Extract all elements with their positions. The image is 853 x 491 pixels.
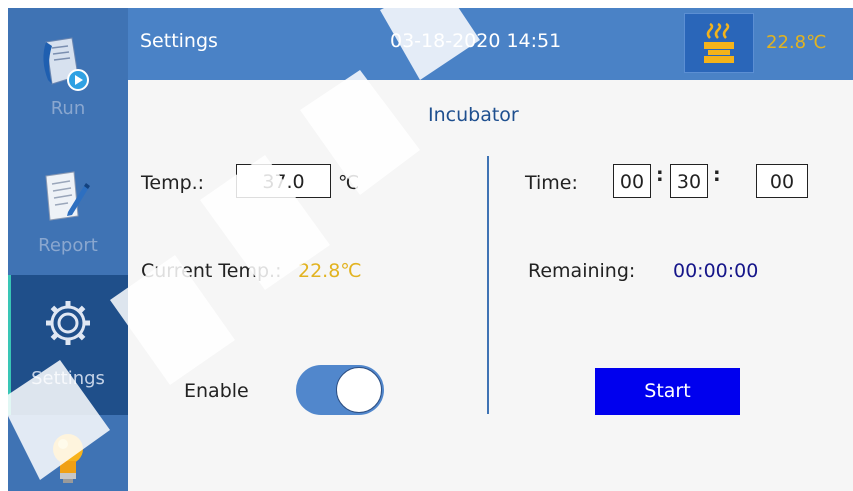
time-minutes-field[interactable]: 30 bbox=[670, 164, 708, 198]
enable-label: Enable bbox=[184, 380, 249, 402]
incubator-panel: Incubator Temp.: 37.0 ℃ Current Temp.: 2… bbox=[128, 80, 853, 491]
temp-label: Temp.: bbox=[141, 172, 205, 194]
time-separator: : bbox=[713, 164, 721, 186]
toggle-knob bbox=[336, 367, 382, 413]
current-temp-value: 22.8℃ bbox=[298, 260, 362, 282]
sidebar-item-report[interactable]: Report bbox=[8, 138, 128, 275]
sidebar-item-settings[interactable]: Settings bbox=[8, 275, 128, 415]
sidebar-item-run[interactable]: Run bbox=[8, 8, 128, 138]
heater-button[interactable] bbox=[684, 13, 754, 73]
time-hours-field[interactable]: 00 bbox=[613, 164, 651, 198]
sidebar-item-label: Report bbox=[38, 235, 98, 256]
date-time: 03-18-2020 14:51 bbox=[390, 30, 562, 52]
sidebar-item-label: Run bbox=[50, 98, 86, 119]
header-temperature: 22.8℃ bbox=[766, 32, 827, 53]
sidebar-item-label: Settings bbox=[31, 368, 105, 389]
report-icon bbox=[45, 171, 90, 221]
time-separator: : bbox=[656, 164, 664, 186]
temp-unit: ℃ bbox=[338, 172, 360, 194]
heater-icon bbox=[704, 22, 734, 63]
section-title: Incubator bbox=[428, 104, 519, 126]
sidebar: Run Report Settings bbox=[8, 8, 128, 491]
page-title: Settings bbox=[140, 30, 218, 52]
header-bar: Settings 03-18-2020 14:51 22.8℃ bbox=[128, 8, 853, 80]
temp-setpoint-field[interactable]: 37.0 bbox=[236, 164, 331, 198]
run-icon bbox=[43, 37, 89, 91]
enable-toggle[interactable] bbox=[296, 365, 384, 415]
lightbulb-icon bbox=[53, 434, 83, 483]
time-seconds-field[interactable]: 00 bbox=[756, 164, 808, 198]
sidebar-item-idea[interactable] bbox=[8, 415, 128, 491]
remaining-label: Remaining: bbox=[528, 260, 636, 282]
time-label: Time: bbox=[525, 172, 578, 194]
gear-icon bbox=[46, 301, 90, 345]
current-temp-label: Current Temp.: bbox=[141, 260, 282, 282]
start-button[interactable]: Start bbox=[595, 368, 740, 415]
remaining-value: 00:00:00 bbox=[673, 260, 759, 282]
divider bbox=[487, 156, 489, 414]
